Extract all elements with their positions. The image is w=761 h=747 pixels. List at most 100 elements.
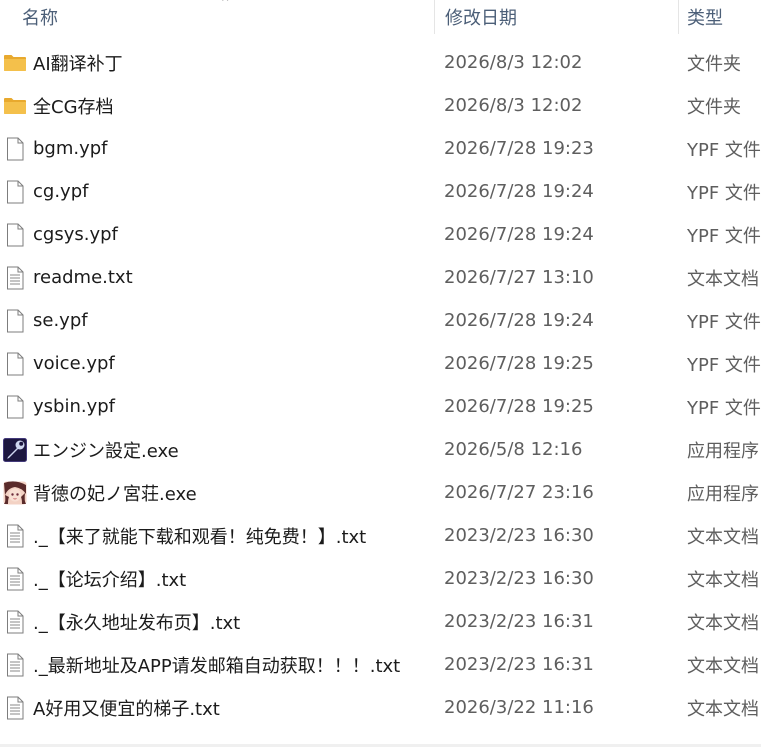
file-date: 2026/7/28 19:25 [444,353,594,374]
text-file-icon [3,653,27,677]
file-date: 2023/2/23 16:30 [444,525,594,546]
file-row[interactable]: ._最新地址及APP请发邮箱自动获取！！！.txt 2023/2/23 16:31… [0,643,761,686]
text-file-icon [3,610,27,634]
file-type: 文件夹 [687,96,741,118]
file-row[interactable]: voice.ypf 2026/7/28 19:25 YPF 文件 [0,342,761,385]
sort-caret-icon: ^ [221,0,230,8]
file-name-cell: 全CG存档 [0,93,434,119]
file-row[interactable]: A好用又便宜的梯子.txt 2026/3/22 11:16 文本文档 [0,686,761,729]
file-date: 2026/7/28 19:24 [444,181,594,202]
file-date: 2026/8/3 12:02 [444,52,583,73]
file-type: YPF 文件 [687,182,761,204]
file-type: YPF 文件 [687,397,761,419]
file-name-cell: readme.txt [0,266,434,290]
file-type: 文本文档 [687,526,759,548]
folder-icon [3,94,27,118]
file-name-cell: 背徳の妃ノ宮荘.exe [0,480,434,506]
file-name-cell: ._【来了就能下载和观看！纯免费！】.txt [0,523,434,549]
column-header-name-label: 名称 [22,8,58,29]
file-date: 2026/7/28 19:24 [444,310,594,331]
file-type: 文本文档 [687,268,759,290]
file-name: ysbin.ypf [33,396,116,417]
file-name: ._【来了就能下载和观看！纯免费！】.txt [33,526,367,548]
game-app-icon [3,480,27,505]
text-file-icon [3,567,27,591]
file-row[interactable]: AI翻译补丁 2026/8/3 12:02 文件夹 [0,41,761,84]
file-icon [3,223,27,247]
file-date: 2023/2/23 16:31 [444,654,594,675]
file-name-cell: ._最新地址及APP请发邮箱自动获取！！！.txt [0,652,434,678]
file-name-cell: ._【永久地址发布页】.txt [0,609,434,635]
file-type: 应用程序 [687,440,759,462]
file-name: se.ypf [33,310,88,331]
file-icon [3,137,27,161]
column-header-date-label: 修改日期 [445,8,517,29]
file-type: 文本文档 [687,612,759,634]
column-header-type[interactable]: 类型 [678,0,761,34]
file-row[interactable]: se.ypf 2026/7/28 19:24 YPF 文件 [0,299,761,342]
file-row[interactable]: 背徳の妃ノ宮荘.exe 2026/7/27 23:16 应用程序 [0,471,761,514]
file-name: bgm.ypf [33,138,108,159]
file-row[interactable]: bgm.ypf 2026/7/28 19:23 YPF 文件 [0,127,761,170]
file-name: 全CG存档 [33,96,114,118]
file-name-cell: se.ypf [0,309,434,333]
file-row[interactable]: cg.ypf 2026/7/28 19:24 YPF 文件 [0,170,761,213]
file-date: 2023/2/23 16:31 [444,611,594,632]
file-name-cell: voice.ypf [0,352,434,376]
file-date: 2026/3/22 11:16 [444,697,594,718]
file-type: YPF 文件 [687,354,761,376]
file-date: 2023/2/23 16:30 [444,568,594,589]
column-header-date[interactable]: 修改日期 [434,0,678,34]
column-header-name[interactable]: 名称 ^ [0,0,434,34]
file-date: 2026/8/3 12:02 [444,95,583,116]
file-row[interactable]: readme.txt 2026/7/27 13:10 文本文档 [0,256,761,299]
file-row[interactable]: 全CG存档 2026/8/3 12:02 文件夹 [0,84,761,127]
file-name: AI翻译补丁 [33,53,123,75]
engine-settings-app-icon [3,437,27,462]
file-type: YPF 文件 [687,225,761,247]
file-row[interactable]: ysbin.ypf 2026/7/28 19:25 YPF 文件 [0,385,761,428]
file-date: 2026/7/28 19:23 [444,138,594,159]
file-name-cell: cgsys.ypf [0,223,434,247]
file-name: cgsys.ypf [33,224,118,245]
file-row[interactable]: エンジン設定.exe 2026/5/8 12:16 应用程序 [0,428,761,471]
file-icon [3,395,27,419]
file-date: 2026/7/27 13:10 [444,267,594,288]
file-name: readme.txt [33,267,133,288]
file-name-cell: ._【论坛介绍】.txt [0,566,434,592]
file-name-cell: エンジン設定.exe [0,437,434,463]
file-type: YPF 文件 [687,139,761,161]
column-header-type-label: 类型 [687,8,723,29]
file-date: 2026/7/27 23:16 [444,482,594,503]
file-name: A好用又便宜的梯子.txt [33,698,220,720]
column-header-bar: 名称 ^ 修改日期 类型 [0,0,761,34]
file-name-cell: bgm.ypf [0,137,434,161]
file-type: 文本文档 [687,569,759,591]
file-name: voice.ypf [33,353,115,374]
file-type: 文件夹 [687,53,741,75]
file-explorer: 名称 ^ 修改日期 类型 AI翻译补丁 2026/8/3 12:02 文件夹 全CG存… [0,0,761,747]
file-name-cell: AI翻译补丁 [0,50,434,76]
file-name: エンジン設定.exe [33,440,179,462]
file-list: AI翻译补丁 2026/8/3 12:02 文件夹 全CG存档 2026/8/3 12:… [0,41,761,729]
text-file-icon [3,696,27,720]
file-date: 2026/7/28 19:24 [444,224,594,245]
text-file-icon [3,266,27,290]
file-icon [3,309,27,333]
file-row[interactable]: cgsys.ypf 2026/7/28 19:24 YPF 文件 [0,213,761,256]
text-file-icon [3,524,27,548]
file-name-cell: A好用又便宜的梯子.txt [0,695,434,721]
file-name: cg.ypf [33,181,89,202]
file-name-cell: ysbin.ypf [0,395,434,419]
file-name: ._【永久地址发布页】.txt [33,612,241,634]
file-row[interactable]: ._【来了就能下载和观看！纯免费！】.txt 2023/2/23 16:30 文本文… [0,514,761,557]
file-row[interactable]: ._【论坛介绍】.txt 2023/2/23 16:30 文本文档 [0,557,761,600]
file-type: 文本文档 [687,698,759,720]
file-date: 2026/5/8 12:16 [444,439,583,460]
file-row[interactable]: ._【永久地址发布页】.txt 2023/2/23 16:31 文本文档 [0,600,761,643]
file-type: YPF 文件 [687,311,761,333]
file-icon [3,352,27,376]
file-type: 文本文档 [687,655,759,677]
folder-icon [3,51,27,75]
file-type: 应用程序 [687,483,759,505]
